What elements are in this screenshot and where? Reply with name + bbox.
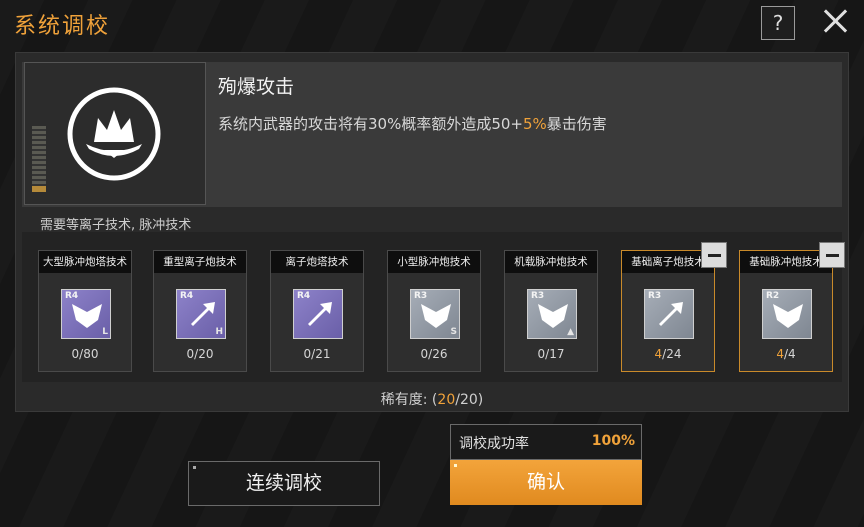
card-count-total: /20 — [194, 347, 214, 361]
card-count-total: /4 — [783, 347, 796, 361]
card-tier: R4 — [65, 291, 79, 301]
card-count-owned: 0 — [303, 347, 312, 361]
card-size-mark: H — [215, 327, 223, 337]
material-card[interactable]: 基础离子炮技术 R3 4/24 — [621, 250, 715, 372]
pulse-turret-icon: R3 ▲ — [527, 289, 577, 339]
card-count-owned: 0 — [420, 347, 429, 361]
card-title: 重型离子炮技术 — [154, 251, 246, 273]
success-rate-value: 100% — [591, 433, 635, 449]
card-count: 0/26 — [388, 347, 480, 361]
card-tier: R2 — [766, 291, 780, 301]
success-rate-label: 调校成功率 — [459, 436, 529, 452]
card-count: 0/21 — [271, 347, 363, 361]
card-tier: R3 — [531, 291, 545, 301]
card-count: 0/20 — [154, 347, 246, 361]
success-rate-box: 调校成功率 100% — [450, 424, 642, 460]
card-count: 0/80 — [39, 347, 131, 361]
corner-dot — [454, 464, 457, 467]
level-gauge-fill — [32, 186, 46, 192]
skill-description: 系统内武器的攻击将有30%概率额外造成50+5%暴击伤害 — [218, 113, 607, 134]
card-count-owned: 4 — [776, 347, 784, 361]
card-count: 0/17 — [505, 347, 597, 361]
card-count-owned: 0 — [537, 347, 546, 361]
pulse-turret-icon: R2 — [762, 289, 812, 339]
skill-name: 殉爆攻击 — [218, 76, 295, 98]
card-title: 小型脉冲炮技术 — [388, 251, 480, 273]
ion-cannon-icon: R4 H — [176, 289, 226, 339]
help-button[interactable]: ? — [761, 6, 795, 40]
desc-text: 系统内武器的攻击将有30%概率额外造成50+ — [218, 115, 523, 133]
card-title: 离子炮塔技术 — [271, 251, 363, 273]
material-card[interactable]: 基础脉冲炮技术 R2 4/4 — [739, 250, 833, 372]
ion-cannon-icon: R4 — [293, 289, 343, 339]
requirement-text: 需要等离子技术, 脉冲技术 — [40, 218, 192, 233]
card-count-total: /17 — [545, 347, 565, 361]
corner-dot — [193, 466, 196, 469]
desc-text-end: 暴击伤害 — [546, 115, 607, 133]
material-card[interactable]: 机载脉冲炮技术 R3 ▲ 0/17 — [504, 250, 598, 372]
remove-material-button[interactable] — [819, 242, 845, 268]
card-count-owned: 0 — [186, 347, 195, 361]
remove-material-button[interactable] — [701, 242, 727, 268]
card-count: 4/4 — [740, 347, 832, 361]
confirm-label: 确认 — [526, 471, 565, 493]
card-count-total: /21 — [311, 347, 331, 361]
material-card[interactable]: 重型离子炮技术 R4 H 0/20 — [153, 250, 247, 372]
card-title: 大型脉冲炮塔技术 — [39, 251, 131, 273]
material-card[interactable]: 离子炮塔技术 R4 0/21 — [270, 250, 364, 372]
rarity-total: /20) — [455, 392, 484, 408]
card-tier: R4 — [180, 291, 194, 301]
window-title: 系统调校 — [14, 14, 111, 39]
rarity-text: 稀有度: (20/20) — [0, 389, 864, 409]
close-icon[interactable] — [820, 6, 850, 36]
card-count: 4/24 — [622, 347, 714, 361]
confirm-button[interactable]: 确认 — [450, 460, 642, 505]
desc-highlight: 5% — [523, 115, 547, 133]
card-count-owned: 0 — [71, 347, 80, 361]
card-count-owned: 4 — [654, 347, 663, 361]
rarity-current: 20 — [437, 392, 456, 408]
card-count-total: /80 — [79, 347, 99, 361]
card-size-mark: ▲ — [567, 327, 574, 337]
card-title: 机载脉冲炮技术 — [505, 251, 597, 273]
card-count-total: /24 — [662, 347, 682, 361]
card-tier: R4 — [297, 291, 311, 301]
card-size-mark: L — [102, 327, 108, 337]
ion-cannon-icon: R3 — [644, 289, 694, 339]
continuous-tune-label: 连续调校 — [245, 472, 322, 494]
material-card[interactable]: 大型脉冲炮塔技术 R4 L 0/80 — [38, 250, 132, 372]
card-count-total: /26 — [428, 347, 448, 361]
pulse-turret-icon: R3 S — [410, 289, 460, 339]
explosion-crown-icon — [67, 87, 161, 181]
pulse-turret-icon: R4 L — [61, 289, 111, 339]
level-gauge — [32, 126, 46, 192]
card-tier: R3 — [414, 291, 428, 301]
card-tier: R3 — [648, 291, 662, 301]
continuous-tune-button[interactable]: 连续调校 — [188, 461, 380, 506]
card-size-mark: S — [450, 327, 457, 337]
material-card[interactable]: 小型脉冲炮技术 R3 S 0/26 — [387, 250, 481, 372]
rarity-label: 稀有度: ( — [380, 392, 438, 408]
